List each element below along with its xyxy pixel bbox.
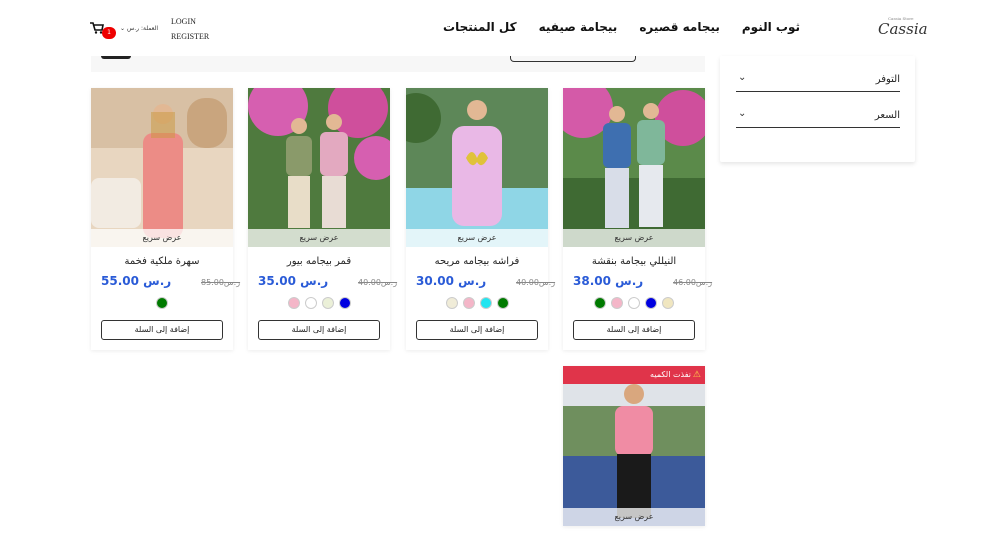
product-card[interactable]: ⚠ نفذت الكميه عرض سريع	[563, 366, 705, 526]
nav-short-pajamas[interactable]: بيجامه قصيره	[639, 20, 720, 34]
product-price: 30.00 ر.س	[416, 274, 487, 288]
product-image[interactable]: ⚠ نفذت الكميه عرض سريع	[563, 366, 705, 526]
sort-select[interactable]	[510, 56, 636, 62]
product-title[interactable]: قمر بيجامه بيور	[248, 256, 390, 267]
add-to-cart-button[interactable]: إضافة إلى السلة	[416, 320, 538, 340]
sold-out-badge: ⚠ نفذت الكميه	[563, 366, 705, 384]
color-swatches	[406, 297, 548, 311]
filter-availability[interactable]: التوفر ⌄	[736, 68, 900, 92]
color-swatch[interactable]	[628, 297, 640, 309]
filter-label: التوفر	[875, 74, 900, 85]
color-swatches	[248, 297, 390, 311]
quick-view-button[interactable]: عرض سريع	[91, 229, 233, 247]
color-swatch[interactable]	[645, 297, 657, 309]
product-image[interactable]: عرض سريع	[406, 88, 548, 247]
product-card[interactable]: عرض سريع سهرة ملكية فخمة 55.00 ر.س 85.00…	[91, 88, 240, 350]
quick-view-button[interactable]: عرض سريع	[406, 229, 548, 247]
view-toggle-button[interactable]	[101, 56, 131, 59]
product-image[interactable]: عرض سريع	[248, 88, 390, 247]
auth-links: LOGIN REGISTER	[171, 14, 209, 44]
color-swatch[interactable]	[304, 297, 317, 309]
color-swatch[interactable]	[321, 297, 334, 309]
logo-text: Cassia	[878, 20, 928, 38]
chevron-down-icon: ⌄	[738, 108, 747, 119]
color-swatch[interactable]	[338, 297, 351, 309]
product-photo	[406, 88, 548, 247]
add-to-cart-button[interactable]: إضافة إلى السلة	[101, 320, 223, 340]
add-to-cart-button[interactable]: إضافة إلى السلة	[258, 320, 380, 340]
color-swatch[interactable]	[496, 297, 509, 309]
site-header: Cassia Store Cassia كل المنتجات بيجامة ص…	[0, 0, 1000, 56]
product-old-price: 46.00ر.س	[673, 278, 713, 287]
product-old-price: 85.00ر.س	[201, 278, 241, 287]
product-price: 55.00 ر.س	[101, 274, 172, 288]
add-to-cart-button[interactable]: إضافة إلى السلة	[573, 320, 695, 340]
product-old-price: 40.00ر.س	[516, 278, 556, 287]
product-title[interactable]: سهرة ملكية فخمة	[91, 256, 233, 267]
filter-price[interactable]: السعر ⌄	[736, 104, 900, 128]
main-nav: كل المنتجات بيجامة صيفيه بيجامه قصيره ثو…	[443, 20, 800, 34]
chevron-down-icon: ⌄	[120, 25, 126, 32]
sold-out-label: نفذت الكميه	[650, 370, 691, 379]
product-title[interactable]: فراشه بيجامه مريحه	[406, 256, 548, 267]
filter-label: السعر	[874, 110, 900, 121]
quick-view-button[interactable]: عرض سريع	[563, 508, 705, 526]
nav-all-products[interactable]: كل المنتجات	[443, 20, 517, 34]
color-swatches	[563, 297, 705, 311]
register-link[interactable]: REGISTER	[171, 29, 209, 44]
store-logo[interactable]: Cassia Store Cassia	[870, 14, 928, 44]
color-swatch[interactable]	[462, 297, 475, 309]
chevron-down-icon: ⌄	[738, 72, 747, 83]
warning-icon: ⚠	[692, 370, 701, 380]
product-photo	[91, 88, 233, 247]
product-price: 38.00 ر.س	[573, 274, 644, 288]
product-card[interactable]: عرض سريع فراشه بيجامه مريحه 30.00 ر.س 40…	[406, 88, 555, 350]
color-swatch[interactable]	[287, 297, 300, 309]
color-swatch[interactable]	[156, 297, 168, 309]
product-image[interactable]: عرض سريع	[563, 88, 705, 247]
color-swatch[interactable]	[594, 297, 606, 309]
product-card[interactable]: عرض سريع النيللي بيجامة بنقشة 38.00 ر.س …	[563, 88, 712, 350]
color-swatches	[91, 297, 233, 311]
cart-count-badge: 1	[102, 27, 116, 39]
nav-summer-pajamas[interactable]: بيجامة صيفيه	[539, 20, 618, 34]
filter-panel: التوفر ⌄ السعر ⌄	[720, 56, 915, 162]
product-price: 35.00 ر.س	[258, 274, 329, 288]
quick-view-button[interactable]: عرض سريع	[563, 229, 705, 247]
product-photo	[563, 366, 705, 526]
product-old-price: 40.00ر.س	[358, 278, 398, 287]
color-swatch[interactable]	[445, 297, 458, 309]
currency-label: العملة: ر.س	[126, 25, 159, 32]
currency-selector[interactable]: ⌄ العملة: ر.س	[120, 25, 158, 32]
color-swatch[interactable]	[662, 297, 674, 309]
product-title[interactable]: النيللي بيجامة بنقشة	[563, 256, 705, 267]
color-swatch[interactable]	[479, 297, 492, 309]
product-photo	[563, 88, 705, 247]
product-photo	[248, 88, 390, 247]
login-link[interactable]: LOGIN	[171, 14, 209, 29]
color-swatch[interactable]	[611, 297, 623, 309]
product-image[interactable]: عرض سريع	[91, 88, 233, 247]
product-card[interactable]: عرض سريع قمر بيجامه بيور 35.00 ر.س 40.00…	[248, 88, 397, 350]
quick-view-button[interactable]: عرض سريع	[248, 229, 390, 247]
nav-nightgowns[interactable]: ثوب النوم	[742, 20, 800, 34]
